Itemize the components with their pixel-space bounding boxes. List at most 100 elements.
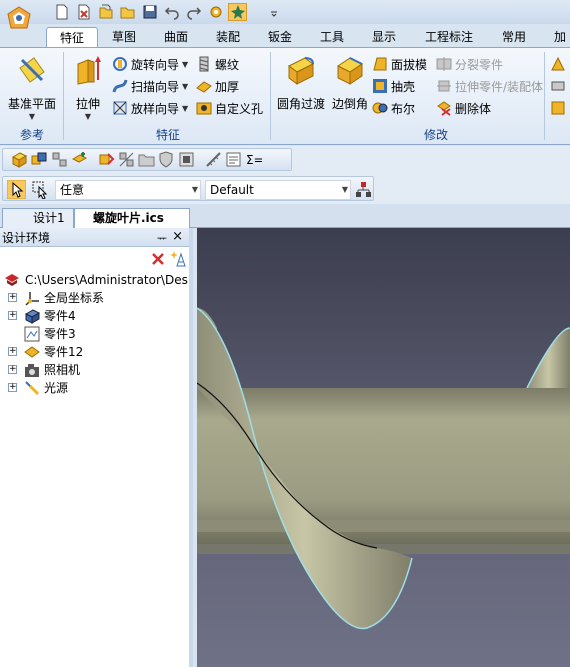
tree-item-label: 零件4 <box>44 309 76 323</box>
component-icon[interactable] <box>51 151 68 168</box>
design-environment-panel: 设计环境 ᅲ × C:\Users\Administrator\Des + 全局… <box>0 228 193 667</box>
extrude-label: 拉伸 <box>75 97 100 111</box>
fillet-button[interactable]: 圆角过渡 <box>276 54 326 112</box>
quick-access-toolbar <box>0 0 570 29</box>
sketch-icon <box>24 326 40 342</box>
select-box-icon[interactable] <box>31 180 50 199</box>
tree-root[interactable]: C:\Users\Administrator\Des <box>0 271 189 289</box>
filter-icon[interactable] <box>178 151 195 168</box>
filter-select[interactable]: 任意 ▼ <box>55 180 201 200</box>
properties-icon[interactable] <box>225 151 242 168</box>
align-icon[interactable] <box>118 151 135 168</box>
draft-button[interactable]: 面拔模 <box>372 54 427 74</box>
tree-item-global-coords[interactable]: + 全局坐标系 <box>0 289 189 307</box>
insert-part-icon[interactable] <box>71 151 88 168</box>
dropdown-arrow: ▼ <box>182 59 189 69</box>
camera-icon <box>25 364 39 377</box>
smart-icon[interactable] <box>169 250 186 267</box>
tree-item-light[interactable]: + 光源 <box>0 379 189 397</box>
group-label-feature: 特征 <box>155 128 180 142</box>
boolean-icon <box>372 102 388 114</box>
more-tool-3[interactable] <box>550 98 566 118</box>
thicken-button[interactable]: 加厚 <box>196 76 239 96</box>
delete-body-icon <box>437 101 451 116</box>
base-plane-label: 基准平面 <box>7 97 56 111</box>
close-doc-icon[interactable] <box>74 3 93 21</box>
tab-sheet-metal[interactable]: 钣金 <box>260 27 300 48</box>
configuration-select[interactable]: Default ▼ <box>205 180 351 200</box>
loft-wizard-button[interactable]: 放样向导 ▼ <box>112 98 188 118</box>
chamfer-icon <box>337 57 363 85</box>
hierarchy-icon[interactable] <box>355 181 372 198</box>
boolean-label: 布尔 <box>391 101 416 116</box>
shaft-band <box>197 520 570 532</box>
delete-icon[interactable] <box>151 252 165 266</box>
split-part-button[interactable]: 分裂零件 <box>436 54 503 74</box>
expand-icon[interactable]: + <box>8 383 17 392</box>
tab-helix-blade[interactable]: 螺旋叶片.ics × <box>74 208 190 243</box>
tree-item-label: 照相机 <box>44 363 81 377</box>
more-tool-2[interactable] <box>550 76 566 96</box>
thread-button[interactable]: 螺纹 <box>196 54 239 74</box>
undo-icon[interactable] <box>162 3 181 21</box>
chevron-down-icon: ▼ <box>191 185 198 194</box>
revolve-wizard-button[interactable]: 旋转向导 ▼ <box>112 54 188 74</box>
sum-icon[interactable]: Σ= <box>245 151 262 168</box>
tab-surface[interactable]: 曲面 <box>156 27 196 48</box>
expand-icon[interactable]: + <box>8 293 17 302</box>
tree-item-part3[interactable]: + 零件3 <box>0 325 189 343</box>
expand-icon[interactable]: + <box>8 311 17 320</box>
new-folder-icon[interactable] <box>96 3 115 21</box>
helix-blade-model[interactable] <box>197 228 570 667</box>
redo-icon[interactable] <box>184 3 203 21</box>
shield-icon[interactable] <box>158 151 175 168</box>
tab-assembly[interactable]: 装配 <box>208 27 248 48</box>
expand-icon[interactable]: + <box>8 347 17 356</box>
tree-item-camera[interactable]: + 照相机 <box>0 361 189 379</box>
tab-sketch[interactable]: 草图 <box>104 27 144 48</box>
boolean-button[interactable]: 布尔 <box>372 98 415 118</box>
chamfer-button[interactable]: 边倒角 <box>330 54 370 112</box>
new-icon[interactable] <box>52 3 71 21</box>
save-icon[interactable] <box>140 3 159 21</box>
panel-tools <box>0 247 189 271</box>
tab-design1[interactable]: 设计1 <box>2 208 74 228</box>
tab-display[interactable]: 显示 <box>364 27 404 48</box>
smart-icon[interactable] <box>228 3 247 21</box>
tab-annotation[interactable]: 工程标注 <box>418 27 480 48</box>
measure-icon[interactable] <box>205 151 222 168</box>
dropdown-icon[interactable] <box>264 3 283 21</box>
delete-body-button[interactable]: 删除体 <box>436 98 491 118</box>
more-tool-1[interactable] <box>550 54 566 74</box>
move-icon[interactable] <box>98 151 115 168</box>
3d-viewport[interactable] <box>197 228 570 667</box>
ribbon-tabs: 特征 草图 曲面 装配 钣金 工具 显示 工程标注 常用 加 <box>0 26 570 48</box>
base-plane-button[interactable]: 基准平面 ▼ <box>4 54 60 121</box>
part-icon <box>24 309 40 324</box>
extrude-button[interactable]: 拉伸 ▼ <box>70 54 106 121</box>
assembly-icon[interactable] <box>31 151 48 168</box>
custom-hole-button[interactable]: 自定义孔 <box>196 98 263 118</box>
tab-more[interactable]: 加 <box>550 27 570 48</box>
chamfer-label: 边倒角 <box>331 97 368 111</box>
document-tabs: 设计1 螺旋叶片.ics × <box>0 204 570 243</box>
select-cursor-icon[interactable] <box>7 180 26 199</box>
part-icon[interactable] <box>11 151 28 168</box>
tree-item-label: 零件3 <box>44 327 76 341</box>
gear-icon[interactable] <box>206 3 225 21</box>
close-icon[interactable]: × <box>172 229 183 244</box>
shell-button[interactable]: 抽壳 <box>372 76 415 96</box>
stretch-part-button[interactable]: 拉伸零件/装配体 <box>436 76 543 96</box>
stretch-part-label: 拉伸零件/装配体 <box>455 79 544 94</box>
sweep-wizard-button[interactable]: 扫描向导 ▼ <box>112 76 188 96</box>
expand-icon[interactable]: + <box>8 365 17 374</box>
tree-item-part4[interactable]: + 零件4 <box>0 307 189 325</box>
tab-tools[interactable]: 工具 <box>312 27 352 48</box>
tree-item-part12[interactable]: + 零件12 <box>0 343 189 361</box>
open-icon[interactable] <box>118 3 137 21</box>
tab-common[interactable]: 常用 <box>494 27 534 48</box>
pin-icon[interactable]: ᅲ <box>157 230 167 246</box>
draft-label: 面拔模 <box>391 57 428 72</box>
tab-feature[interactable]: 特征 <box>46 27 98 48</box>
folder-icon[interactable] <box>138 151 155 168</box>
